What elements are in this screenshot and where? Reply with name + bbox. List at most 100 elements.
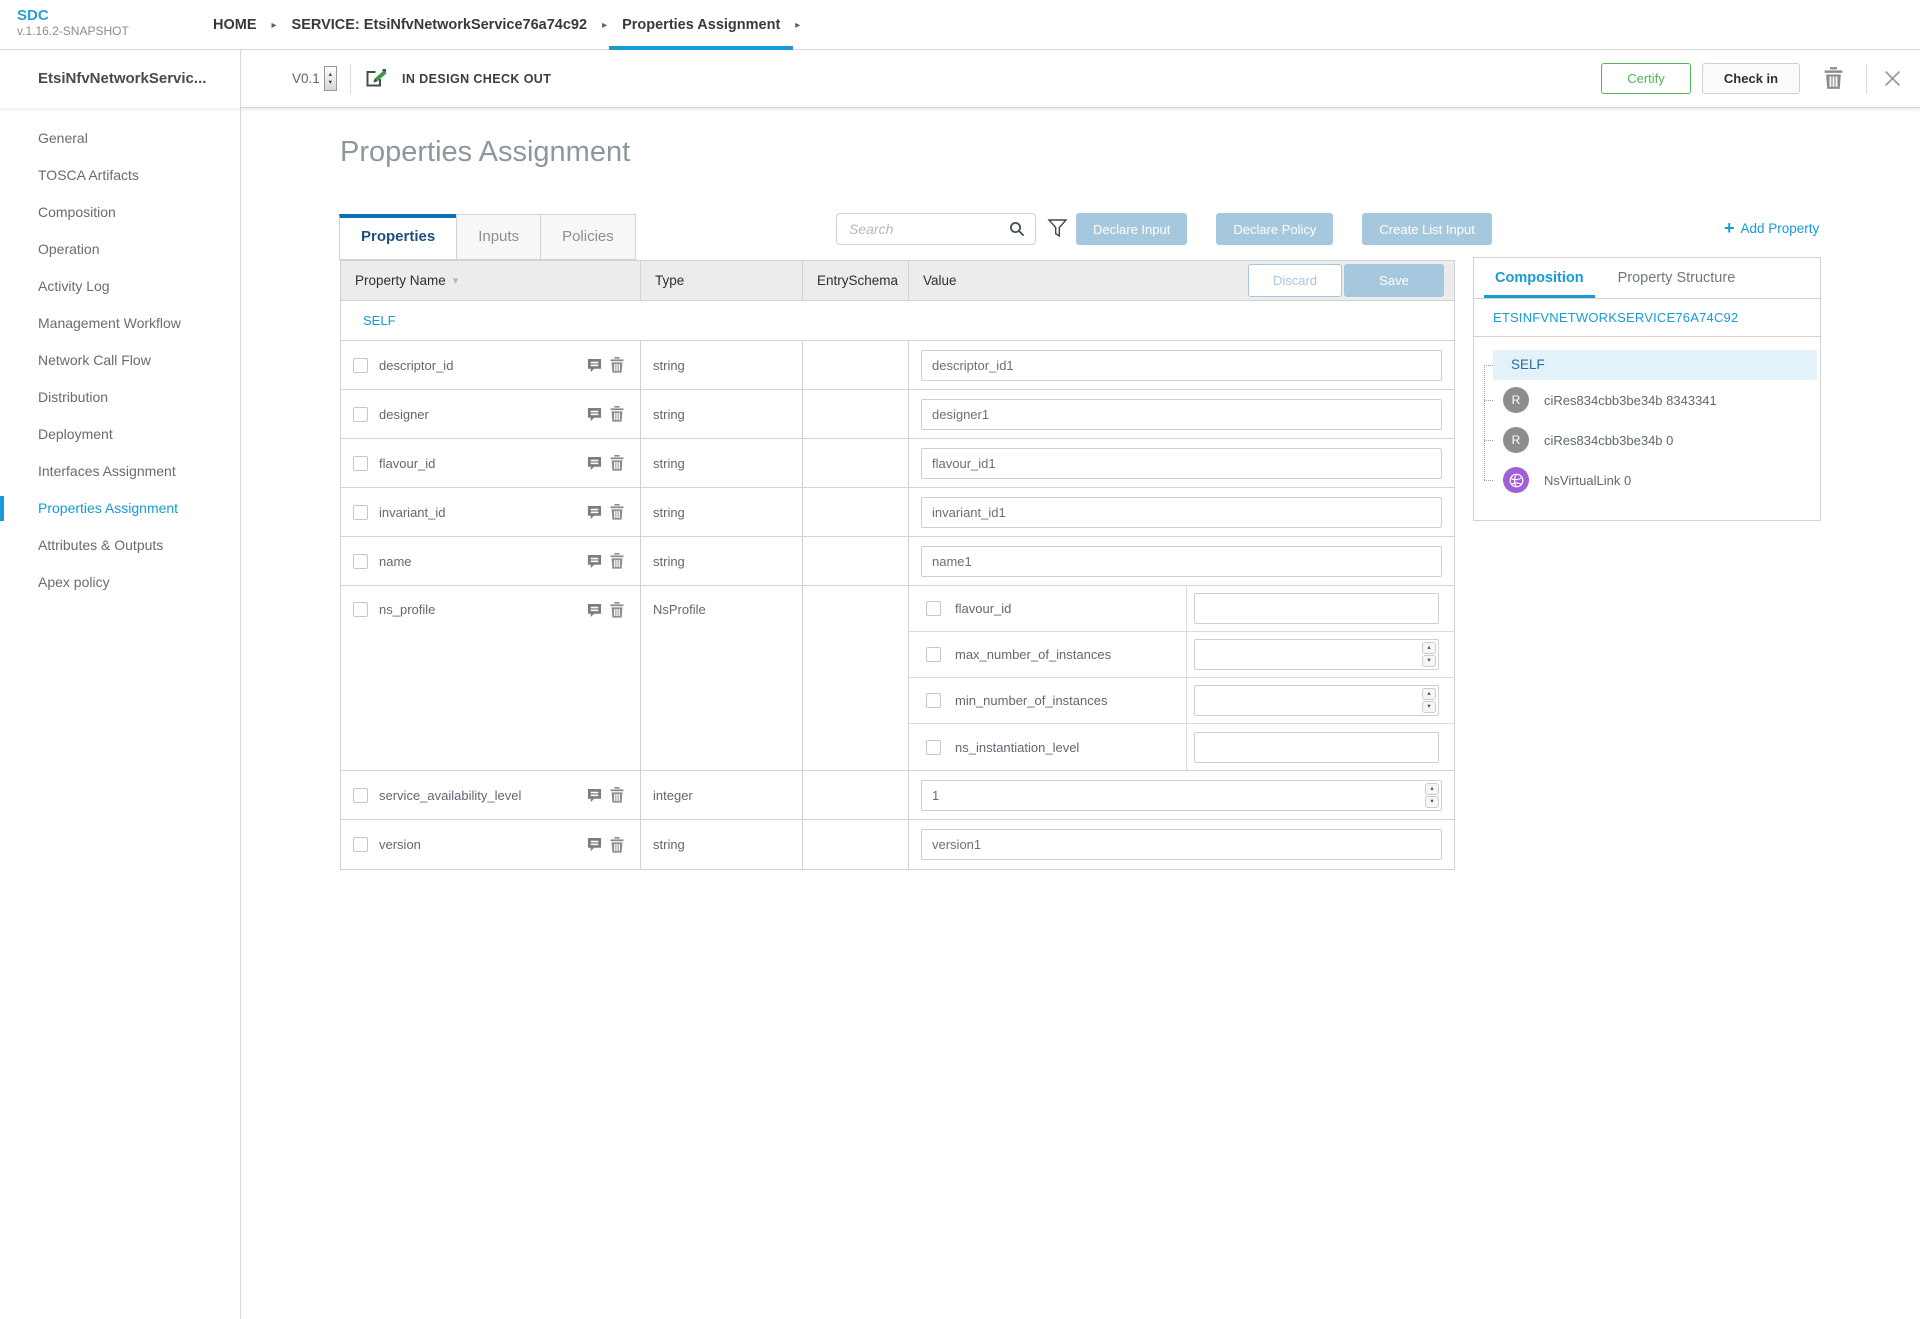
- spinner-up-icon[interactable]: ▴: [1422, 688, 1436, 700]
- column-header-property-name[interactable]: Property Name ▾: [341, 261, 641, 300]
- sub-property-checkbox[interactable]: [926, 693, 941, 708]
- property-name-cell: ns_profile: [341, 586, 641, 770]
- spinner-down-icon[interactable]: ▾: [1425, 796, 1439, 808]
- property-checkbox[interactable]: [353, 358, 368, 373]
- property-checkbox[interactable]: [353, 456, 368, 471]
- sidebar-item-properties-assignment[interactable]: Properties Assignment: [0, 490, 240, 527]
- property-checkbox[interactable]: [353, 837, 368, 852]
- value-input[interactable]: [922, 407, 1441, 422]
- sidebar-item-deployment[interactable]: Deployment: [0, 416, 240, 453]
- property-checkbox[interactable]: [353, 788, 368, 803]
- service-link[interactable]: ETSINFVNETWORKSERVICE76A74C92: [1474, 299, 1820, 337]
- sidebar-menu: GeneralTOSCA ArtifactsCompositionOperati…: [0, 108, 241, 1319]
- comment-icon[interactable]: [587, 407, 602, 422]
- comment-icon[interactable]: [587, 505, 602, 520]
- tab-inputs[interactable]: Inputs: [456, 214, 541, 260]
- property-checkbox[interactable]: [353, 554, 368, 569]
- virtual-link-icon: [1503, 467, 1529, 493]
- delete-property-icon[interactable]: [610, 553, 624, 569]
- property-checkbox[interactable]: [353, 407, 368, 422]
- tree-connector-stub: [1484, 480, 1493, 481]
- number-spinner[interactable]: ▴▾: [1422, 688, 1436, 713]
- delete-service-icon[interactable]: [1824, 67, 1843, 92]
- property-checkbox[interactable]: [353, 505, 368, 520]
- sidebar-item-interfaces-assignment[interactable]: Interfaces Assignment: [0, 453, 240, 490]
- tab-properties[interactable]: Properties: [339, 214, 457, 260]
- sidebar-item-distribution[interactable]: Distribution: [0, 379, 240, 416]
- version-dropdown-icon[interactable]: ▴▾: [324, 66, 337, 91]
- create-list-input-button[interactable]: Create List Input: [1362, 213, 1491, 245]
- value-input[interactable]: [922, 788, 1441, 803]
- sidebar-item-apex-policy[interactable]: Apex policy: [0, 564, 240, 601]
- breadcrumb-item[interactable]: Properties Assignment: [609, 0, 793, 50]
- declare-input-button[interactable]: Declare Input: [1076, 213, 1187, 245]
- filter-funnel-icon[interactable]: [1047, 217, 1068, 243]
- tab-property-structure[interactable]: Property Structure: [1607, 258, 1747, 298]
- tab-policies[interactable]: Policies: [540, 214, 636, 260]
- tree-node-nsvirtuallink-0[interactable]: NsVirtualLink 0: [1503, 460, 1820, 500]
- sidebar-item-activity-log[interactable]: Activity Log: [0, 268, 240, 305]
- value-input[interactable]: [922, 358, 1441, 373]
- comment-icon[interactable]: [587, 358, 602, 373]
- sub-property-checkbox[interactable]: [926, 601, 941, 616]
- sidebar-item-general[interactable]: General: [0, 120, 240, 157]
- spinner-up-icon[interactable]: ▴: [1422, 642, 1436, 654]
- value-input[interactable]: [922, 456, 1441, 471]
- sidebar-item-network-call-flow[interactable]: Network Call Flow: [0, 342, 240, 379]
- value-input[interactable]: [1195, 601, 1438, 616]
- self-group-label[interactable]: SELF: [341, 301, 1454, 341]
- sidebar-item-attributes-outputs[interactable]: Attributes & Outputs: [0, 527, 240, 564]
- value-input[interactable]: [1195, 740, 1438, 755]
- property-checkbox[interactable]: [353, 602, 368, 617]
- discard-button[interactable]: Discard: [1248, 264, 1342, 297]
- tree-node-cires834cbb3be34b-8343341[interactable]: RciRes834cbb3be34b 8343341: [1503, 380, 1820, 420]
- tab-composition[interactable]: Composition: [1484, 258, 1595, 298]
- number-spinner[interactable]: ▴▾: [1422, 642, 1436, 667]
- tree-node-cires834cbb3be34b-0[interactable]: RciRes834cbb3be34b 0: [1503, 420, 1820, 460]
- sub-property-checkbox[interactable]: [926, 740, 941, 755]
- search-input[interactable]: [837, 221, 1009, 237]
- sdc-logo[interactable]: SDC v.1.16.2-SNAPSHOT: [17, 7, 129, 39]
- sidebar-item-tosca-artifacts[interactable]: TOSCA Artifacts: [0, 157, 240, 194]
- spinner-up-icon[interactable]: ▴: [1425, 783, 1439, 795]
- delete-property-icon[interactable]: [610, 787, 624, 803]
- spinner-down-icon[interactable]: ▾: [1422, 655, 1436, 667]
- add-property-button[interactable]: + Add Property: [1724, 219, 1819, 237]
- delete-property-icon[interactable]: [610, 357, 624, 373]
- comment-icon[interactable]: [587, 456, 602, 471]
- value-input[interactable]: [922, 837, 1441, 852]
- breadcrumb-item[interactable]: SERVICE: EtsiNfvNetworkService76a74c92: [279, 0, 601, 50]
- save-button[interactable]: Save: [1344, 264, 1444, 297]
- comment-icon[interactable]: [587, 788, 602, 803]
- comment-icon[interactable]: [587, 603, 602, 618]
- declare-policy-button[interactable]: Declare Policy: [1216, 213, 1333, 245]
- sidebar-item-operation[interactable]: Operation: [0, 231, 240, 268]
- delete-property-icon[interactable]: [610, 406, 624, 422]
- version-selector[interactable]: V0.1 ▴▾: [292, 66, 337, 91]
- value-input[interactable]: [1195, 647, 1438, 662]
- spinner-down-icon[interactable]: ▾: [1422, 701, 1436, 713]
- value-input[interactable]: [922, 505, 1441, 520]
- value-input[interactable]: [1195, 693, 1438, 708]
- delete-property-icon[interactable]: [610, 504, 624, 520]
- breadcrumb-item[interactable]: HOME: [200, 0, 270, 50]
- comment-icon[interactable]: [587, 554, 602, 569]
- comment-icon[interactable]: [587, 837, 602, 852]
- checkin-button[interactable]: Check in: [1702, 63, 1800, 94]
- value-input[interactable]: [922, 554, 1441, 569]
- delete-property-icon[interactable]: [610, 837, 624, 853]
- delete-property-icon[interactable]: [610, 602, 624, 618]
- version-down-arrow: ▾: [329, 79, 332, 87]
- sub-property-checkbox[interactable]: [926, 647, 941, 662]
- sidebar-item-management-workflow[interactable]: Management Workflow: [0, 305, 240, 342]
- property-value-cell: [909, 537, 1454, 585]
- property-name-cell: version: [341, 820, 641, 869]
- number-spinner[interactable]: ▴▾: [1425, 783, 1439, 808]
- sidebar-item-composition[interactable]: Composition: [0, 194, 240, 231]
- delete-property-icon[interactable]: [610, 455, 624, 471]
- search-icon[interactable]: [1009, 221, 1025, 237]
- sub-property-name-label: flavour_id: [955, 601, 1011, 616]
- certify-button[interactable]: Certify: [1601, 63, 1691, 94]
- tree-node-self[interactable]: SELF: [1493, 350, 1817, 380]
- close-icon[interactable]: [1884, 70, 1901, 90]
